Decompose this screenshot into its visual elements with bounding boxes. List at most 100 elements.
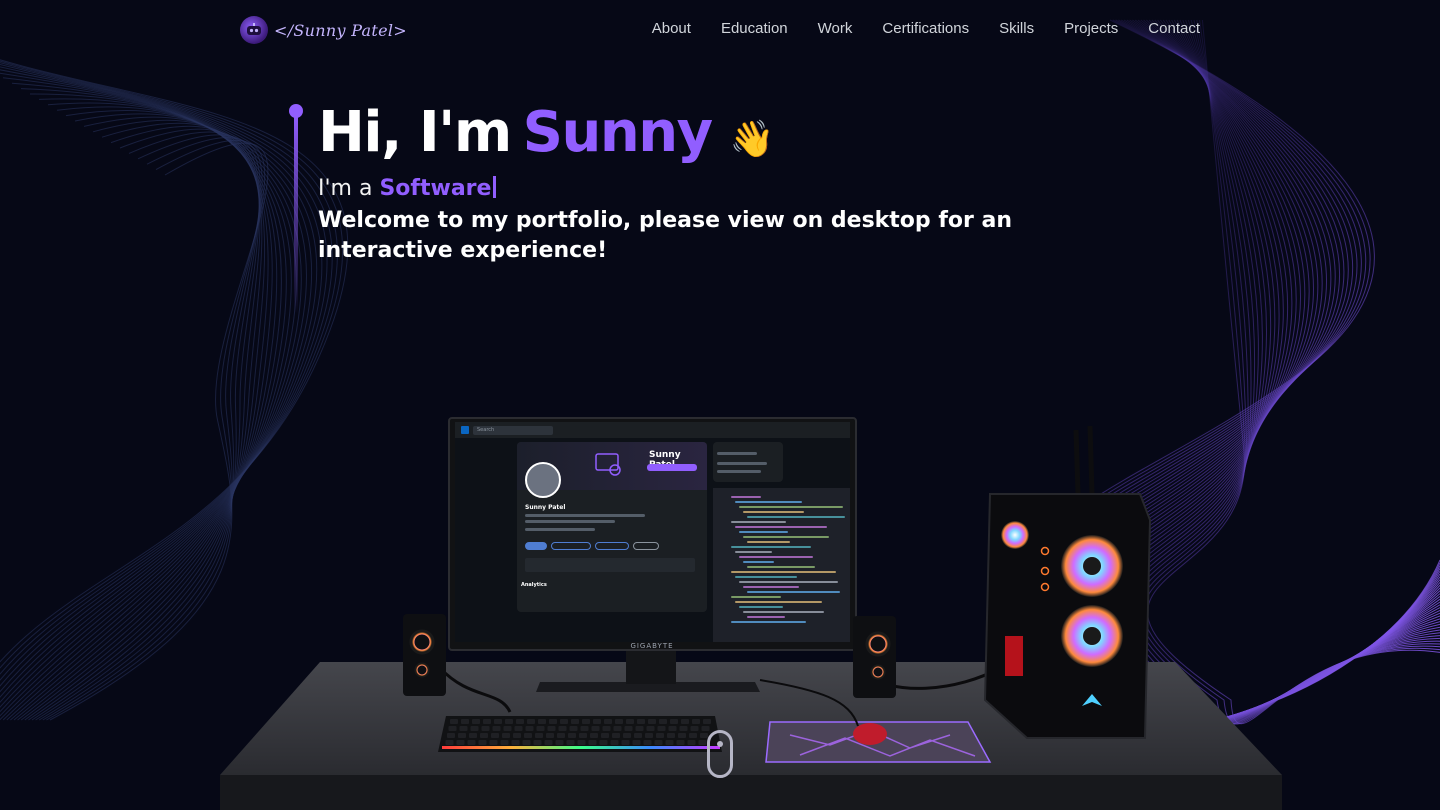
screen-location-line [525, 528, 595, 531]
keyboard-key [654, 740, 663, 745]
hero-accent-line [294, 114, 298, 314]
monitor-brand: GIGABYTE [630, 642, 673, 650]
nav-link-contact[interactable]: Contact [1148, 20, 1200, 37]
keyboard-key [610, 740, 619, 745]
pc-gpu-red [1005, 636, 1023, 676]
keyboard-key [613, 726, 622, 731]
code-line [735, 526, 827, 528]
code-line [743, 611, 824, 613]
code-line [743, 561, 774, 563]
keyboard-key [626, 719, 634, 724]
keyboard-key [557, 733, 565, 738]
keyboard-key [590, 733, 598, 738]
typed-prefix: I'm a [318, 176, 373, 201]
logo-text: </Sunny Patel> [274, 20, 408, 40]
keyboard-key [632, 740, 641, 745]
screen-topbar: Search [455, 422, 850, 438]
code-line [731, 521, 786, 523]
keyboard-key [681, 719, 689, 724]
pc-fan-top-hub [1083, 557, 1101, 575]
keyboard-key [648, 719, 656, 724]
keyboard-key [577, 740, 586, 745]
keyboard-key [621, 740, 630, 745]
code-gear-icon [595, 453, 621, 476]
nav-link-education[interactable]: Education [721, 20, 788, 37]
keyboard-key [599, 740, 608, 745]
keyboard-key [637, 719, 645, 724]
screen-side-line [717, 452, 757, 455]
code-line [747, 541, 790, 543]
keyboard-key [646, 726, 655, 731]
screen-analytics-title: Analytics [521, 582, 547, 588]
pc-fan-side [1001, 521, 1029, 549]
code-line [731, 596, 781, 598]
screen-resources-button [633, 542, 659, 550]
keyboard-key [645, 733, 653, 738]
keyboard-key [450, 719, 458, 724]
code-line [747, 566, 815, 568]
robot-avatar-icon [240, 16, 268, 44]
keyboard-rgb-strip [442, 746, 720, 749]
code-line [739, 606, 783, 608]
keyboard-key [555, 740, 564, 745]
keyboard-key [480, 733, 488, 738]
keyboard-key [579, 733, 587, 738]
keyboard-key [549, 719, 557, 724]
code-line [731, 546, 811, 548]
keyboard-key [678, 733, 686, 738]
keyboard-key [602, 726, 611, 731]
keyboard-key [492, 726, 501, 731]
code-line [735, 501, 802, 503]
keyboard-key [472, 719, 480, 724]
nav-link-projects[interactable]: Projects [1064, 20, 1118, 37]
screen-side-panel [713, 442, 783, 482]
keyboard-key [511, 740, 520, 745]
keyboard-key [489, 740, 498, 745]
keyboard-key [503, 726, 512, 731]
hero-welcome-text: Welcome to my portfolio, please view on … [318, 208, 1013, 263]
hero-name: Sunny [522, 100, 713, 165]
antenna-right [1087, 425, 1095, 495]
screen-headline-line [525, 514, 645, 517]
keyboard-key [558, 726, 567, 731]
keyboard-key [601, 733, 609, 738]
logo[interactable]: </Sunny Patel> [240, 16, 407, 44]
keyboard-key [665, 740, 674, 745]
nav-link-about[interactable]: About [652, 20, 691, 37]
navbar: </Sunny Patel> About Education Work Cert… [0, 0, 1440, 60]
code-line [739, 581, 838, 583]
screen-profile-card: Sunny Patel Sunny Patel Analytics [517, 442, 707, 612]
code-line [731, 496, 761, 498]
keyboard-key [643, 740, 652, 745]
keyboard-key [516, 719, 524, 724]
keyboard-key [470, 726, 479, 731]
keyboard-key [533, 740, 542, 745]
code-line [735, 576, 797, 578]
keyboard-key [698, 740, 707, 745]
keyboard-key [668, 726, 677, 731]
keyboard-key [591, 726, 600, 731]
scroll-dot [717, 741, 723, 747]
nav-link-work[interactable]: Work [818, 20, 853, 37]
keyboard-key [624, 726, 633, 731]
keyboard-key [623, 733, 631, 738]
typing-cursor [493, 176, 497, 198]
hero-title: Hi, I'm Sunny 👋 [318, 100, 774, 165]
nav-link-certifications[interactable]: Certifications [882, 20, 969, 37]
nav-links: About Education Work Certifications Skil… [652, 20, 1200, 37]
code-line [735, 551, 772, 553]
nav-link-skills[interactable]: Skills [999, 20, 1034, 37]
speaker-left [403, 614, 446, 696]
desk-front-edge [220, 775, 1282, 810]
keyboard-key [700, 733, 708, 738]
keyboard-key [459, 726, 468, 731]
keyboard-key [546, 733, 554, 738]
keyboard-key [588, 740, 597, 745]
mouse-scroll-icon[interactable] [707, 730, 733, 778]
keyboard-key [690, 726, 699, 731]
keyboard-key [656, 733, 664, 738]
keyboard-key [535, 733, 543, 738]
keyboard-key [635, 726, 644, 731]
hero-greeting: Hi, I'm [318, 100, 512, 165]
keyboard-key [612, 733, 620, 738]
